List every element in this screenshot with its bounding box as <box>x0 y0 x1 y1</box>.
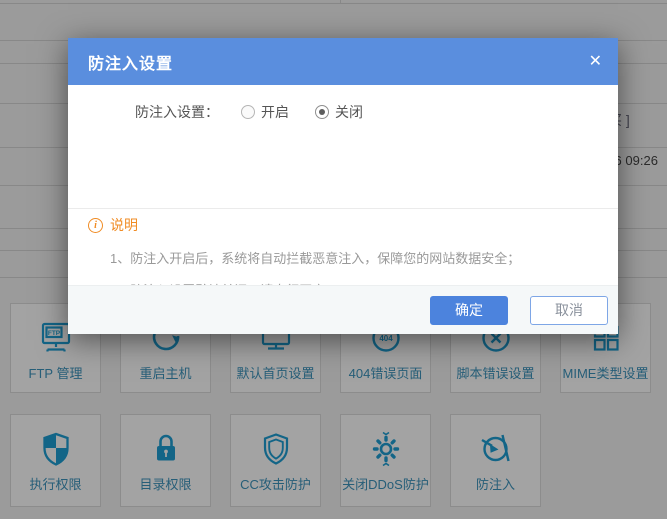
setting-label: 防注入设置： <box>135 102 219 122</box>
radio-option-selected[interactable]: 关闭 <box>315 102 363 122</box>
radio-circle[interactable] <box>241 105 255 119</box>
radio-group: 开启 关闭 <box>241 102 389 122</box>
anti-injection-settings-dialog: 防注入设置 ✕ 防注入设置： 开启 关闭 i 说明 1、防注入开启后，系统将自动… <box>68 38 618 334</box>
radio-label: 开启 <box>261 102 289 122</box>
cancel-button[interactable]: 取消 <box>530 296 608 325</box>
note-item: 1、防注入开启后，系统将自动拦截恶意注入，保障您的网站数据安全； <box>88 248 598 267</box>
close-icon[interactable]: ✕ <box>589 54 602 70</box>
section-divider <box>68 208 618 209</box>
note-title: 说明 <box>110 215 138 235</box>
note-header: i 说明 <box>88 215 598 235</box>
dialog-header: 防注入设置 ✕ <box>68 38 618 85</box>
dialog-footer: 确定 取消 <box>68 285 618 334</box>
dialog-body: 防注入设置： 开启 关闭 i 说明 1、防注入开启后，系统将自动拦截恶意注入，保… <box>68 85 618 285</box>
radio-option-unselected[interactable]: 开启 <box>241 102 289 122</box>
dialog-title: 防注入设置 <box>88 50 173 74</box>
setting-row: 防注入设置： 开启 关闭 <box>135 102 389 122</box>
radio-label: 关闭 <box>335 102 363 122</box>
radio-circle[interactable] <box>315 105 329 119</box>
confirm-button[interactable]: 确定 <box>430 296 508 325</box>
info-icon: i <box>88 218 103 233</box>
